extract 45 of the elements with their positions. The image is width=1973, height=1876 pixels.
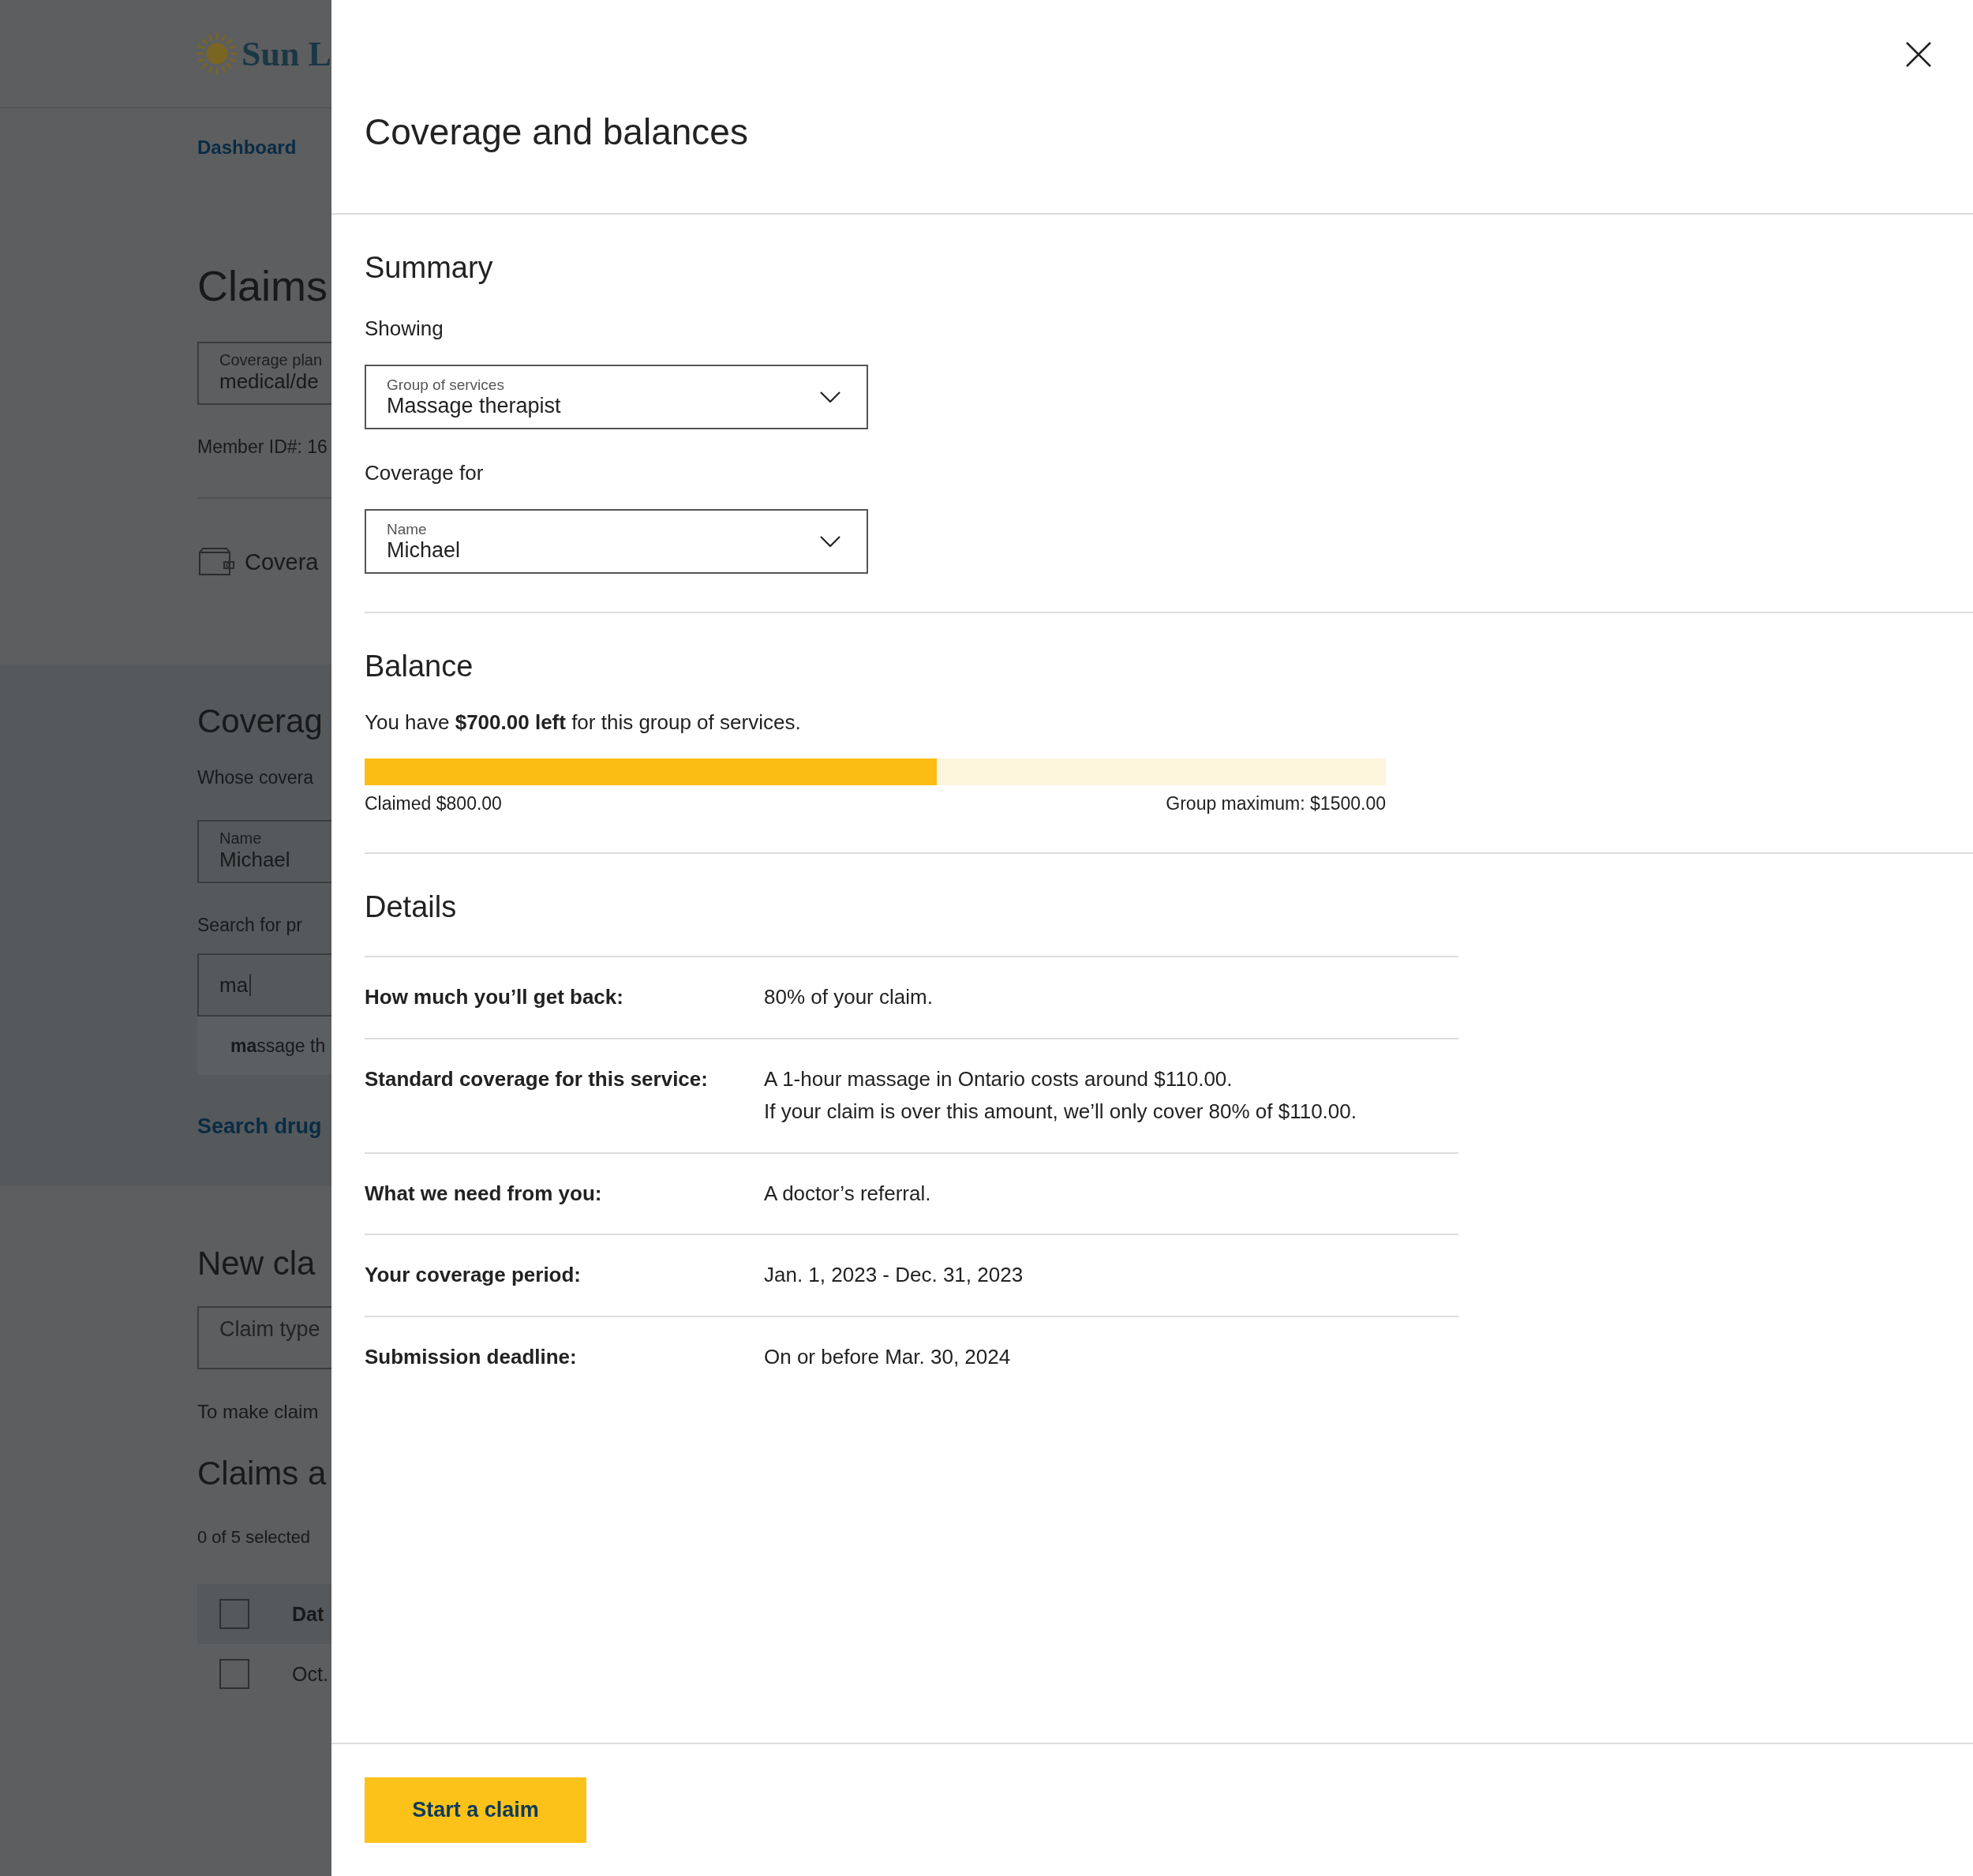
section-heading: New cla	[197, 1245, 316, 1282]
wallet-icon	[197, 546, 235, 578]
checkbox[interactable]	[219, 1659, 249, 1689]
page-heading: Claims	[197, 261, 328, 310]
note-text: To make claim	[197, 1401, 320, 1423]
detail-value: On or before Mar. 30, 2024	[764, 1343, 1011, 1370]
panel-title: Coverage and balances	[365, 110, 749, 153]
chevron-down-icon	[819, 391, 841, 403]
search-drug-link[interactable]: Search drug	[197, 1114, 322, 1139]
section-heading: Details	[365, 890, 458, 924]
field-label: Showing	[365, 316, 444, 341]
group-maximum: Group maximum: $1500.00	[1166, 793, 1386, 814]
chevron-down-icon	[819, 535, 841, 548]
field-label: Coverage for	[365, 461, 485, 485]
section-heading: Claims a	[197, 1455, 328, 1492]
coverage-link[interactable]: Covera	[245, 549, 319, 575]
start-claim-button[interactable]: Start a claim	[365, 1777, 586, 1843]
detail-value: Jan. 1, 2023 - Dec. 31, 2023	[764, 1262, 1024, 1289]
member-id-text: Member ID#: 16	[197, 436, 328, 458]
field-label: Search for pr	[197, 915, 303, 936]
breadcrumb-link[interactable]: Dashboard	[197, 137, 297, 159]
close-icon[interactable]	[1905, 41, 1932, 68]
section-heading: Summary	[365, 251, 494, 285]
dropdown[interactable]: Name Michael	[365, 509, 868, 574]
balance-text: You have $700.00 left for this group of services.	[365, 710, 802, 735]
dropdown[interactable]: Group of services Massage therapist	[365, 365, 868, 429]
column-header: Dat	[292, 1602, 324, 1626]
detail-label: How much you’ll get back:	[365, 984, 624, 1010]
selected-count: 0 of 5 selected	[197, 1527, 312, 1548]
detail-label: Your coverage period:	[365, 1262, 582, 1289]
claimed-amount: Claimed $800.00	[365, 793, 502, 814]
field-label: Whose covera	[197, 767, 314, 788]
sun-logo-icon	[196, 32, 238, 75]
detail-label: Submission deadline:	[365, 1343, 578, 1370]
section-heading: Coverag	[197, 702, 324, 740]
section-heading: Balance	[365, 650, 474, 683]
suggestion-item[interactable]: massage th	[197, 1017, 331, 1075]
detail-label: Standard coverage for this service:	[365, 1065, 709, 1092]
detail-label: What we need from you:	[365, 1180, 603, 1207]
detail-value: A doctor’s referral.	[764, 1180, 931, 1207]
checkbox[interactable]	[219, 1599, 249, 1629]
detail-value: A 1-hour massage in Ontario costs around $110.00. If your claim is over this amount, we’ll only cover 80% of $110.00.	[764, 1065, 1357, 1125]
logo-text[interactable]: Sun L	[241, 33, 331, 74]
table-cell: Oct.	[292, 1662, 328, 1686]
detail-value: 80% of your claim.	[764, 984, 933, 1010]
